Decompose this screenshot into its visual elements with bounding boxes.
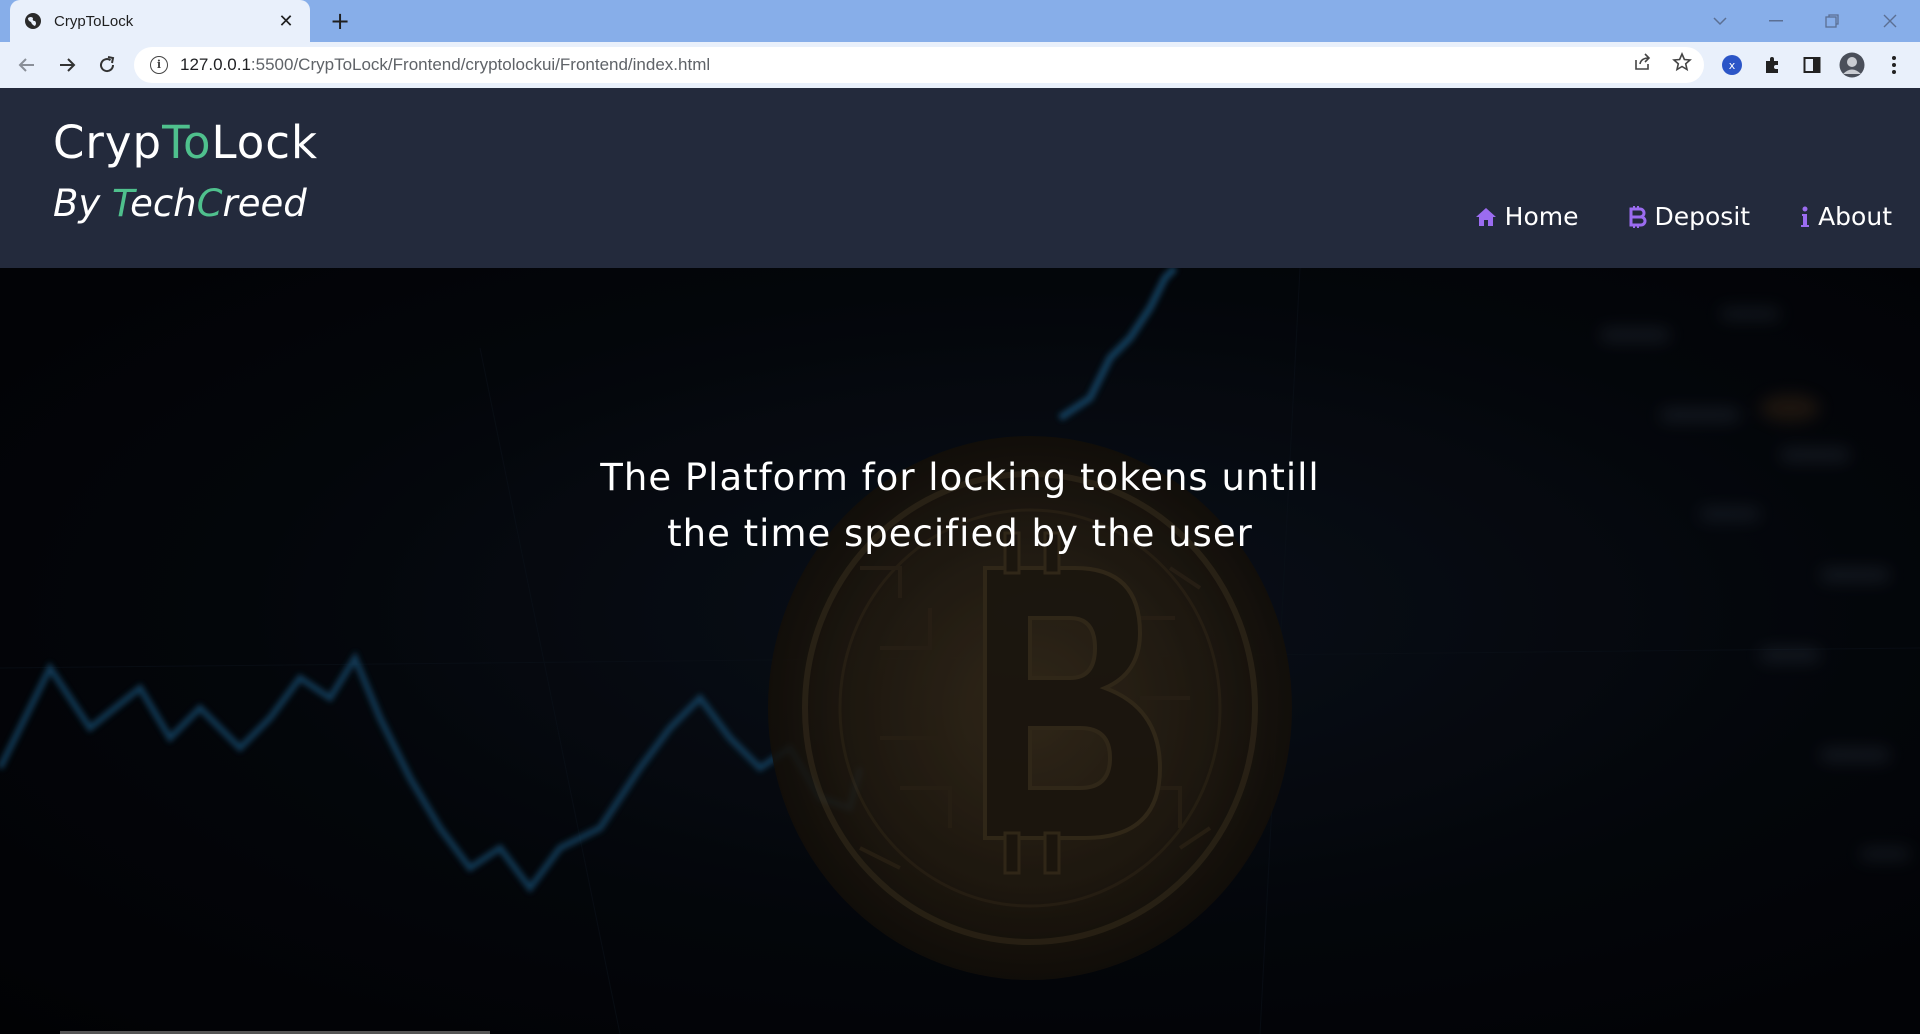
home-icon — [1475, 207, 1497, 227]
close-window-button[interactable] — [1870, 0, 1910, 42]
tab-search-icon[interactable] — [1700, 0, 1740, 42]
nav-deposit[interactable]: Deposit — [1629, 202, 1751, 231]
nav-about-label: About — [1818, 202, 1892, 231]
hero-section: The Platform for locking tokens untill t… — [0, 268, 1920, 1034]
brand-byline: By TechCreed — [53, 182, 307, 225]
globe-icon — [25, 13, 41, 29]
web-page: CrypToLock By TechCreed Home Deposit Abo… — [0, 88, 1920, 1034]
site-info-icon[interactable]: i — [150, 56, 168, 74]
reload-button[interactable] — [92, 50, 122, 80]
menu-kebab-icon[interactable] — [1880, 51, 1908, 79]
forward-button[interactable] — [52, 50, 82, 80]
nav-home[interactable]: Home — [1475, 202, 1579, 231]
bitcoin-icon — [1629, 205, 1647, 229]
hero-tagline-line2: the time specified by the user — [667, 512, 1253, 555]
nav-deposit-label: Deposit — [1654, 202, 1751, 231]
hero-tagline: The Platform for locking tokens untill t… — [0, 450, 1920, 562]
address-bar[interactable]: i 127.0.0.1:5500/CrypToLock/Frontend/cry… — [134, 47, 1704, 83]
hero-background-image — [0, 268, 1920, 1034]
brand-logo[interactable]: CrypToLock — [53, 116, 318, 169]
tab-title: CrypToLock — [54, 12, 134, 30]
extensions-puzzle-icon[interactable] — [1758, 51, 1786, 79]
site-header: CrypToLock By TechCreed Home Deposit Abo… — [0, 88, 1920, 268]
url-text: 127.0.0.1:5500/CrypToLock/Frontend/crypt… — [180, 55, 711, 74]
browser-toolbar: i 127.0.0.1:5500/CrypToLock/Frontend/cry… — [0, 42, 1920, 88]
share-icon[interactable] — [1632, 51, 1654, 73]
browser-tab[interactable]: CrypToLock ✕ — [10, 0, 310, 42]
new-tab-button[interactable]: + — [326, 8, 354, 36]
main-nav: Home Deposit About — [1475, 202, 1892, 231]
back-button[interactable] — [12, 50, 42, 80]
restore-button[interactable] — [1812, 0, 1852, 42]
info-icon — [1800, 206, 1810, 228]
bookmark-star-icon[interactable] — [1671, 51, 1693, 73]
nav-home-label: Home — [1504, 202, 1579, 231]
side-panel-icon[interactable] — [1798, 51, 1826, 79]
svg-text:x: x — [1729, 59, 1736, 72]
close-icon[interactable]: ✕ — [276, 11, 296, 32]
browser-tab-strip: CrypToLock ✕ + — [0, 0, 1920, 42]
profile-avatar[interactable] — [1838, 51, 1866, 79]
extension-x-icon[interactable]: x — [1718, 51, 1746, 79]
nav-about[interactable]: About — [1800, 202, 1892, 231]
hero-tagline-line1: The Platform for locking tokens untill — [600, 456, 1320, 499]
minimize-button[interactable] — [1756, 0, 1796, 42]
